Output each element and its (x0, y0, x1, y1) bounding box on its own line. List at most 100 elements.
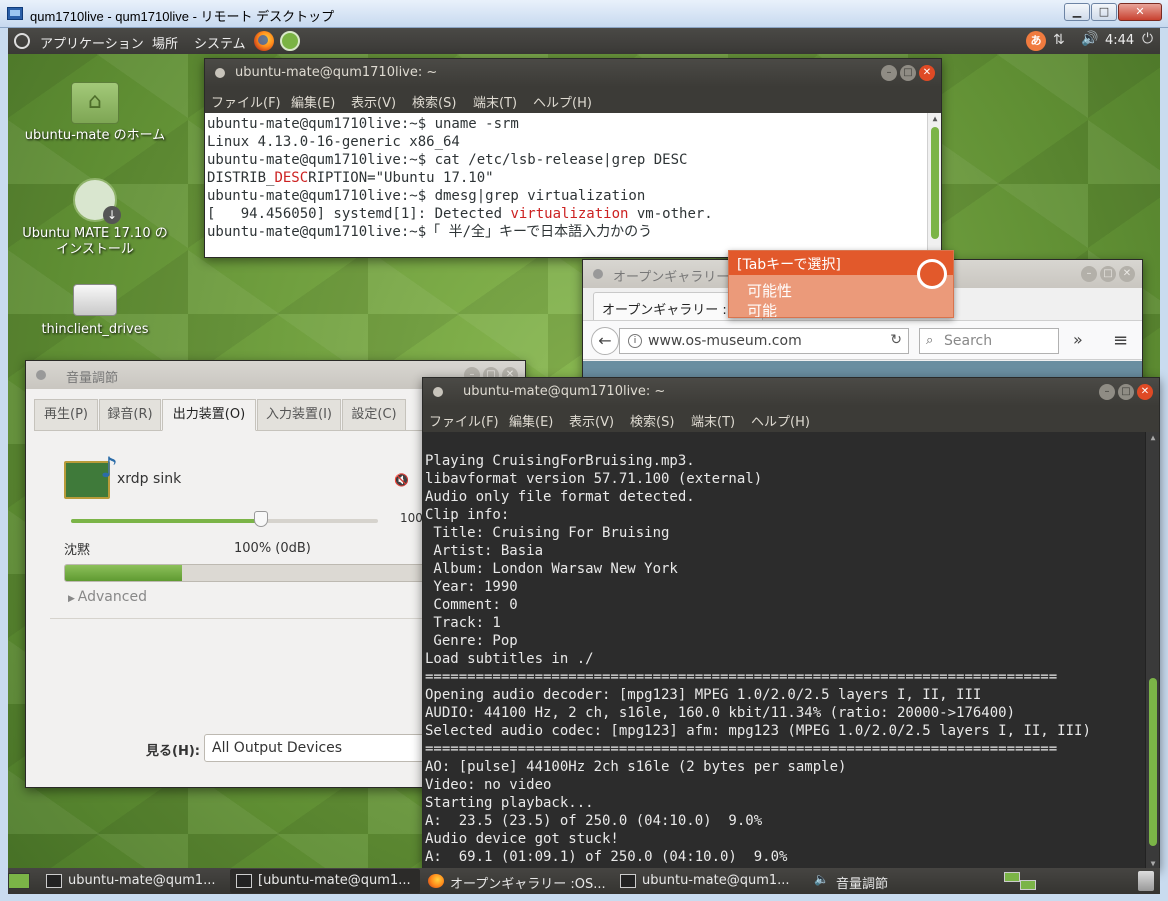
menu-view[interactable]: 表示(V) (351, 92, 396, 111)
terminal-line: Audio device got stuck! (425, 831, 619, 847)
desktop-icon-install[interactable]: Ubuntu MATE 17.10 のインストール (20, 178, 170, 258)
ime-candidate[interactable]: 可能性 (747, 280, 792, 301)
scrollbar-thumb[interactable] (1149, 678, 1157, 846)
overflow-chevron-icon[interactable]: » (1073, 330, 1083, 349)
scrollbar-thumb[interactable] (931, 127, 939, 239)
minimize-button[interactable]: – (1099, 384, 1115, 400)
minimize-button[interactable]: – (1081, 266, 1097, 282)
sound-card-icon (64, 451, 118, 499)
peak-meter-fill (65, 565, 183, 581)
taskbar-item[interactable]: オープンギャラリー :OS... (422, 869, 612, 893)
maximize-button[interactable]: □ (1091, 3, 1117, 21)
view-select[interactable]: All Output Devices (204, 734, 454, 762)
close-button[interactable]: ✕ (1137, 384, 1153, 400)
close-button[interactable]: ✕ (1118, 3, 1162, 21)
volume-icon[interactable]: 🔊 (1081, 31, 1098, 47)
taskbar-item[interactable]: [ubuntu-mate@qum1... (230, 869, 420, 893)
taskbar-item[interactable]: ubuntu-mate@qum1... (614, 869, 804, 893)
tab-output-devices[interactable]: 出力装置(O) (162, 399, 256, 431)
terminal-output-1[interactable]: ubuntu-mate@qum1710live:~$ uname -srm Li… (205, 113, 941, 257)
desktop-icon-home[interactable]: ubuntu-mate のホーム (20, 82, 170, 144)
menu-terminal[interactable]: 端末(T) (473, 92, 517, 111)
mute-icon[interactable]: 🔇 (394, 473, 409, 487)
terminal-line: Year: 1990 (425, 579, 518, 595)
site-info-icon[interactable]: i (628, 334, 642, 348)
maximize-button[interactable]: □ (1100, 266, 1116, 282)
taskbar-item-label: 音量調節 (836, 877, 889, 892)
advanced-expander[interactable]: ▶ Advanced (68, 589, 147, 605)
volume-slider-handle[interactable] (254, 511, 269, 527)
window-menu-icon[interactable] (593, 269, 603, 279)
window-menu-icon[interactable] (215, 68, 225, 78)
window-titlebar[interactable]: ubuntu-mate@qum1710live: ~ – □ ✕ (423, 378, 1159, 406)
maximize-button[interactable]: □ (900, 65, 916, 81)
window-menu-icon[interactable] (433, 387, 443, 397)
volume-slider[interactable] (71, 519, 378, 523)
tab-settings[interactable]: 設定(C) (342, 399, 406, 431)
workspace-2[interactable] (1020, 880, 1036, 890)
minimize-button[interactable]: ▁ (1064, 3, 1090, 21)
taskbar-item[interactable]: ubuntu-mate@qum1... (40, 869, 230, 893)
minimize-button[interactable]: – (881, 65, 897, 81)
tab-input-devices[interactable]: 入力装置(I) (257, 399, 341, 431)
drive-icon (73, 284, 117, 316)
firefox-launcher-icon[interactable] (254, 31, 274, 51)
terminal-window-2[interactable]: ubuntu-mate@qum1710live: ~ – □ ✕ ファイル(F)… (422, 377, 1160, 869)
menu-search[interactable]: 検索(S) (630, 411, 674, 430)
applications-menu[interactable]: アプリケーション (40, 33, 144, 52)
ime-candidate-popup[interactable]: [Tabキーで選択] 可能性 可能 (728, 250, 954, 318)
menu-search[interactable]: 検索(S) (412, 92, 456, 111)
tab-playback[interactable]: 再生(P) (34, 399, 98, 431)
window-titlebar[interactable]: ubuntu-mate@qum1710live: ~ – □ ✕ (205, 59, 941, 87)
show-desktop-icon[interactable] (8, 873, 30, 889)
line-segment: vm-other. (628, 206, 713, 222)
url-bar[interactable]: i www.os-museum.com ↻ (619, 328, 909, 354)
terminal-line: Starting playback... (425, 795, 594, 811)
workspace-1[interactable] (1004, 872, 1020, 882)
menu-help[interactable]: ヘルプ(H) (751, 411, 810, 430)
workspace-switcher[interactable] (1004, 870, 1038, 892)
terminal-scrollbar[interactable]: ▲ ▼ (927, 113, 941, 257)
terminal-line: Audio only file format detected. (425, 489, 695, 505)
scroll-up-icon[interactable]: ▲ (1146, 432, 1159, 444)
hamburger-menu-icon[interactable]: ≡ (1113, 330, 1128, 351)
terminal-line: Load subtitles in ./ (425, 651, 594, 667)
menu-edit[interactable]: 編集(E) (291, 92, 335, 111)
menu-file[interactable]: ファイル(F) (429, 411, 499, 430)
ime-indicator-icon[interactable]: あ (1026, 31, 1046, 51)
ime-candidate[interactable]: 可能 (747, 300, 777, 317)
reload-icon[interactable]: ↻ (890, 332, 902, 348)
terminal-window-1[interactable]: ubuntu-mate@qum1710live: ~ – □ ✕ ファイル(F)… (204, 58, 942, 258)
clock[interactable]: 4:44 (1105, 33, 1134, 48)
close-button[interactable]: ✕ (1119, 266, 1135, 282)
expander-triangle-icon: ▶ (68, 594, 78, 604)
back-icon[interactable]: ← (591, 327, 619, 355)
desktop-icon-label: Ubuntu MATE 17.10 のインストール (22, 226, 168, 257)
menu-edit[interactable]: 編集(E) (509, 411, 553, 430)
places-menu[interactable]: 場所 (152, 33, 178, 52)
menu-help[interactable]: ヘルプ(H) (533, 92, 592, 111)
menu-file[interactable]: ファイル(F) (211, 92, 281, 111)
close-button[interactable]: ✕ (919, 65, 935, 81)
taskbar-item-label: オープンギャラリー :OS... (450, 877, 606, 892)
search-input[interactable]: ⌕ Search (919, 328, 1059, 354)
desktop-icon-drive[interactable]: thinclient_drives (20, 284, 170, 338)
scroll-up-icon[interactable]: ▲ (928, 113, 941, 125)
ubuntu-mate-welcome-icon[interactable] (280, 31, 300, 51)
menu-terminal[interactable]: 端末(T) (691, 411, 735, 430)
tab-recording[interactable]: 録音(R) (99, 399, 161, 431)
system-menu[interactable]: システム (194, 33, 246, 52)
terminal-output-2[interactable]: ▲ ▼ Playing CruisingForBruising.mp3. liba… (423, 432, 1159, 868)
maximize-button[interactable]: □ (1118, 384, 1134, 400)
menu-view[interactable]: 表示(V) (569, 411, 614, 430)
terminal-scrollbar[interactable]: ▲ ▼ (1145, 432, 1159, 868)
window-menu-icon[interactable] (36, 370, 46, 380)
network-icon[interactable]: ⇅ (1053, 32, 1065, 48)
power-icon[interactable]: ⏻ (1142, 31, 1153, 47)
trash-icon[interactable] (1138, 871, 1154, 891)
terminal-line: libavformat version 57.71.100 (external) (425, 471, 763, 487)
speaker-icon (814, 872, 830, 888)
taskbar-item[interactable]: 音量調節 (808, 869, 988, 893)
ubuntu-logo-icon[interactable] (14, 33, 30, 49)
terminal-icon (46, 874, 62, 888)
